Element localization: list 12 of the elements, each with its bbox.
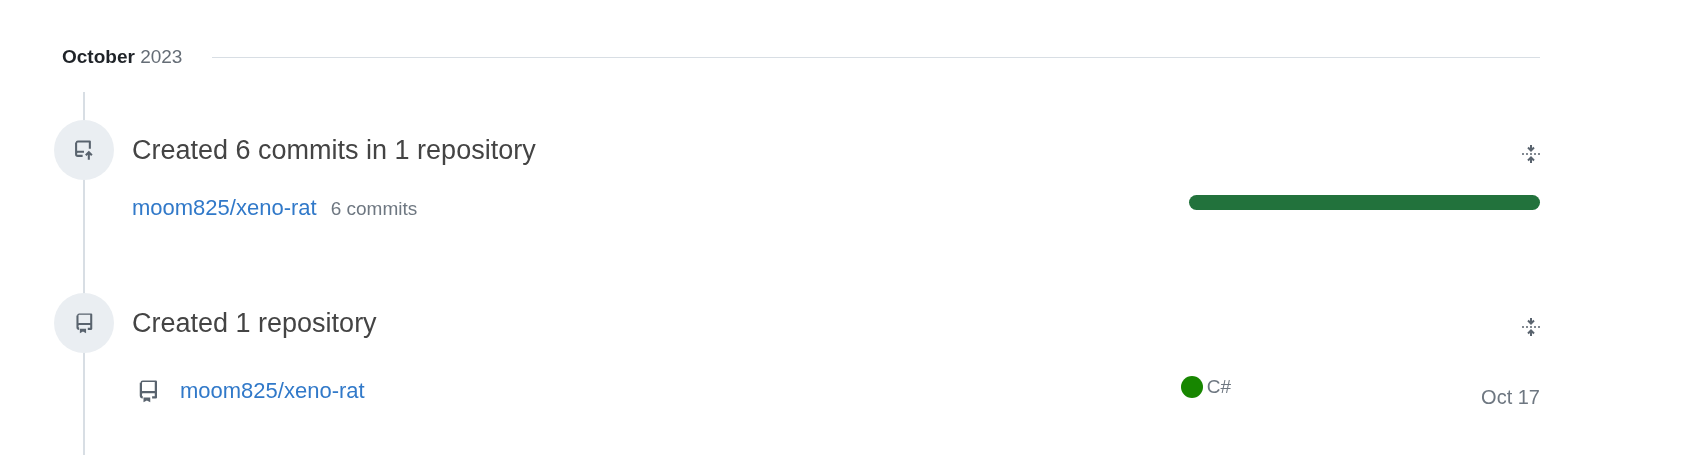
repo-link[interactable]: moom825/xeno-rat xyxy=(180,378,365,404)
repo-link[interactable]: moom825/xeno-rat xyxy=(132,195,317,221)
event-title: Created 6 commits in 1 repository xyxy=(132,134,536,166)
repo-date: Oct 17 xyxy=(1481,385,1540,409)
repo-icon xyxy=(73,312,95,334)
collapse-icon xyxy=(1520,143,1542,165)
month-heading: October 2023 xyxy=(62,46,183,68)
commit-count: 6 commits xyxy=(330,198,418,220)
push-icon xyxy=(73,139,95,161)
collapse-icon xyxy=(1520,316,1542,338)
language-name: C# xyxy=(1206,376,1232,398)
event-title: Created 1 repository xyxy=(132,307,377,339)
